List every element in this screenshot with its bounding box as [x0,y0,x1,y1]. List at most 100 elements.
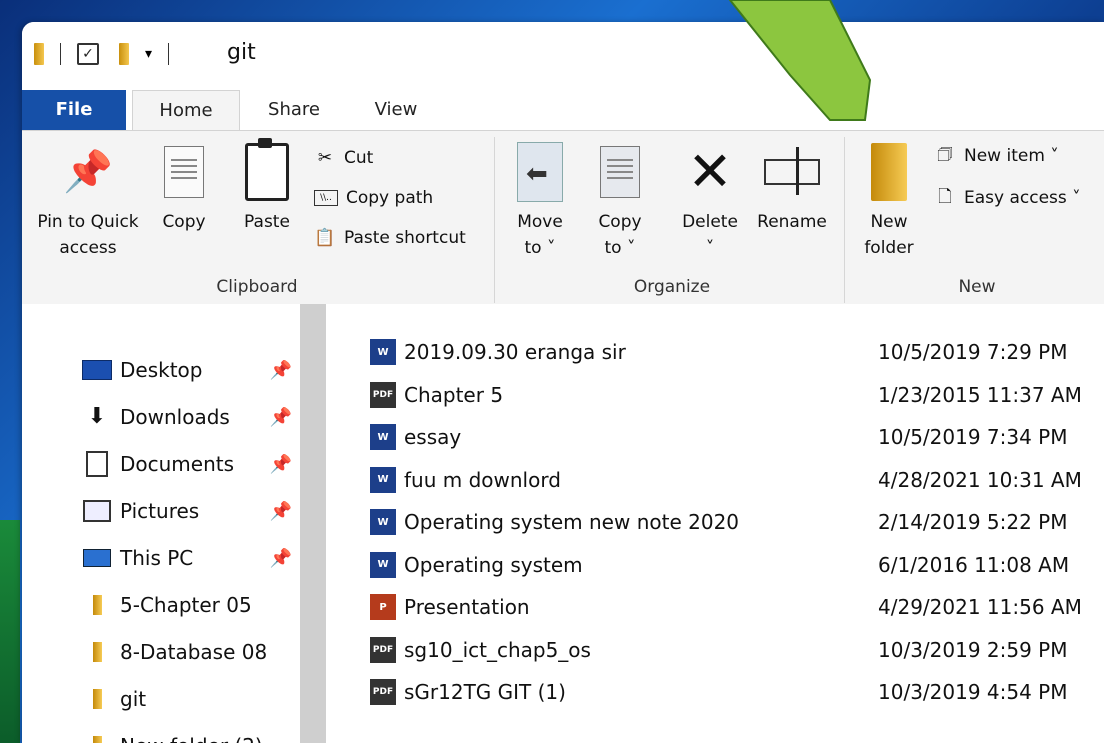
pin-icon[interactable]: 📌 [270,407,292,428]
pin-icon[interactable]: 📌 [270,360,292,381]
delete-button[interactable]: ✕ Delete ˅ [674,135,746,261]
pin-icon[interactable]: 📌 [270,548,292,569]
desktop-icon [82,360,112,380]
folder-icon [34,43,44,65]
navigation-scrollbar[interactable] [300,304,326,743]
pin-to-quick-access-button[interactable]: 📌 Pin to Quick access [28,135,148,261]
new-folder-icon [871,143,907,201]
cut-button[interactable]: ✂ Cut [314,143,373,173]
nav-item-label: New folder (2) [120,734,263,743]
delete-label: Delete [682,212,738,232]
copy-path-icon: \\.. [314,190,338,206]
nav-item[interactable]: This PC 📌 [82,540,292,576]
easy-access-button[interactable]: 🗋 Easy access ˅ [934,183,1081,213]
file-row[interactable]: Wessay 10/5/2019 7:34 PM [370,417,1100,457]
nav-item-label: 8-Database 08 [120,640,268,664]
copy-to-label-2: to ˅ [604,238,636,258]
ppt-file-icon: P [370,594,396,620]
paste-shortcut-icon: 📋 [314,228,336,248]
file-row[interactable]: Wfuu m downlord 4/28/2021 10:31 AM [370,460,1100,500]
tab-share[interactable]: Share [254,90,334,130]
word-file-icon: W [370,509,396,535]
new-item-button[interactable]: 🗇 New item ˅ [934,141,1059,171]
copy-to-button[interactable]: Copy to ˅ [590,135,650,261]
file-row[interactable]: W Operating system new note 2020 2/14/2019… [370,502,1100,542]
copy-path-button[interactable]: \\.. Copy path [314,183,433,213]
new-item-label: New item ˅ [964,146,1059,166]
folder-icon [82,642,112,662]
nav-item[interactable]: Pictures 📌 [82,493,292,529]
tab-file[interactable]: File [22,90,126,130]
nav-item[interactable]: Desktop 📌 [82,352,292,388]
new-folder-qa-icon[interactable] [119,43,129,65]
tab-home[interactable]: Home [132,90,240,132]
quick-access-toolbar: ✓ ▾ [34,42,170,66]
pictures-icon [82,500,112,522]
file-date: 4/28/2021 10:31 AM [878,467,1082,492]
desktop-accent [0,520,20,743]
navigation-pane: Desktop 📌 ⬇ Downloads 📌 Documents 📌 Pictures 📌 Th… [22,304,300,743]
rename-button[interactable]: Rename [752,135,832,235]
folder-icon [82,595,112,615]
rename-label: Rename [757,212,827,232]
file-name: fuu m downlord [404,467,561,492]
nav-item[interactable]: New folder (2) [82,728,292,743]
copy-path-label: Copy path [346,188,434,208]
pin-icon[interactable]: 📌 [270,501,292,522]
documents-icon [82,451,112,477]
group-divider [844,137,845,303]
scissors-icon: ✂ [317,148,333,168]
folder-icon [82,689,112,709]
file-date: 10/5/2019 7:34 PM [878,425,1068,449]
file-name: 2019.09.30 eranga sir [404,340,626,364]
word-file-icon: W [370,466,396,493]
nav-item-label: Downloads [120,405,230,429]
move-to-icon: ⬅ [517,142,563,202]
nav-item[interactable]: Documents 📌 [82,446,292,482]
nav-item[interactable]: 8-Database 08 [82,634,292,670]
file-date: 10/3/2019 4:54 PM [878,680,1068,704]
tab-view[interactable]: View [356,90,436,130]
file-row[interactable]: PDF sg10_ict_chap5_os 10/3/2019 2:59 PM [370,630,1100,670]
group-divider [494,137,495,303]
delete-dropdown-icon[interactable]: ˅ [674,235,746,261]
properties-check-icon[interactable]: ✓ [77,43,99,65]
move-to-button[interactable]: ⬅ Move to ˅ [508,135,572,261]
title-bar: ✓ ▾ git [22,22,1104,84]
nav-item-label: Pictures [120,499,200,523]
customize-qa-dropdown-icon[interactable]: ▾ [145,46,152,62]
nav-item-label: 5-Chapter 05 [120,593,252,617]
group-label-organize: Organize [633,277,711,297]
nav-item[interactable]: git [82,681,292,717]
ribbon: 📌 Pin to Quick access Copy Paste ✂ Cut \… [22,130,1104,306]
window-title: git [227,40,256,65]
paste-shortcut-button[interactable]: 📋 Paste shortcut [314,223,466,253]
file-name: essay [404,425,462,449]
file-row[interactable]: W Operating system 6/1/2016 11:08 AM [370,545,1100,585]
copy-icon [164,146,204,198]
cut-label: Cut [344,148,374,168]
paste-shortcut-label: Paste shortcut [344,228,466,248]
nav-item[interactable]: 5-Chapter 05 [82,587,292,623]
pdf-file-icon: PDF [370,381,396,408]
download-icon: ⬇ [87,404,107,429]
file-row[interactable]: PDF sGr12TG GIT (1) 10/3/2019 4:54 PM [370,672,1100,712]
pin-label: Pin to Quick [37,212,139,232]
file-date: 2/14/2019 5:22 PM [878,510,1068,534]
easy-access-label: Easy access ˅ [964,188,1081,208]
nav-item[interactable]: ⬇ Downloads 📌 [82,399,292,435]
move-to-label: Move [517,212,563,232]
file-date: 4/29/2021 11:56 AM [878,595,1082,619]
pin-icon[interactable]: 📌 [270,454,292,475]
file-name: Operating system [404,552,583,577]
delete-x-icon: ✕ [687,140,733,203]
file-row[interactable]: PDF Chapter 5 1/23/2015 11:37 AM [370,375,1100,415]
paste-button[interactable]: Paste [232,135,302,235]
group-label-clipboard: Clipboard [216,277,298,297]
new-folder-button[interactable]: New folder [854,135,924,261]
new-item-icon: 🗇 [937,144,953,165]
file-row[interactable]: W 2019.09.30 eranga sir 10/5/2019 7:29 PM [370,332,1100,372]
copy-button[interactable]: Copy [154,135,214,235]
nav-item-label: This PC [120,546,194,570]
file-row[interactable]: P Presentation 4/29/2021 11:56 AM [370,587,1100,627]
